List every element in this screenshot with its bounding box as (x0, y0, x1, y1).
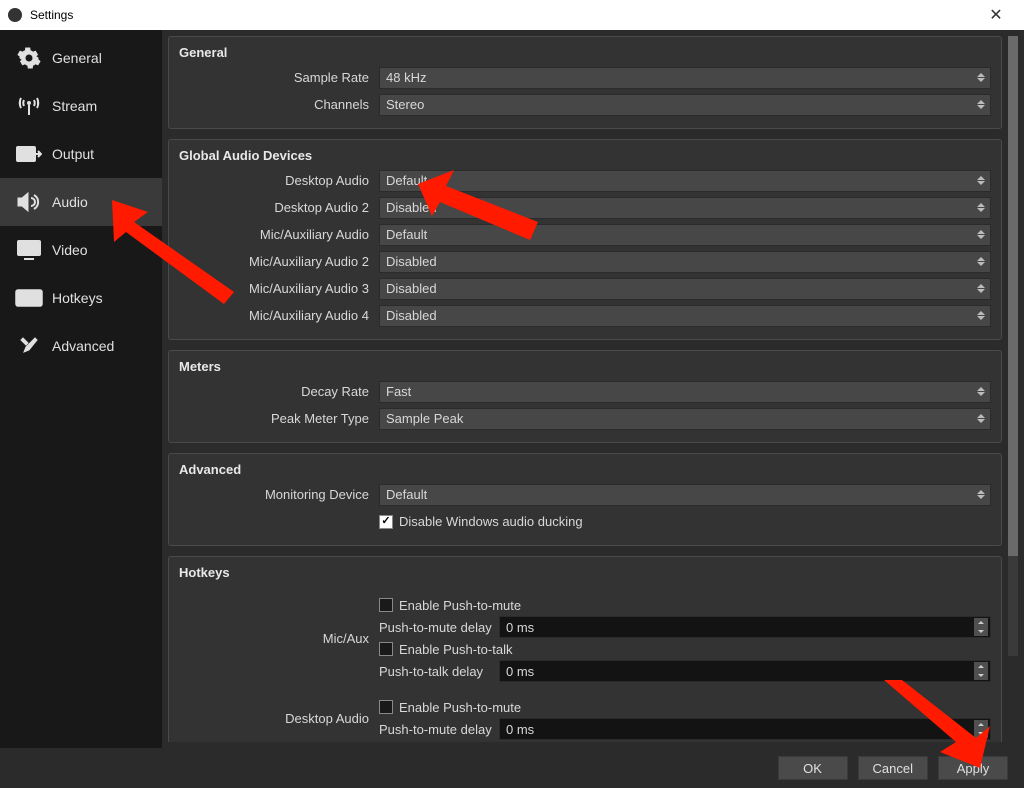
tools-icon (14, 334, 44, 358)
vertical-scrollbar[interactable] (1008, 36, 1018, 656)
sidebar-item-label: Stream (52, 98, 97, 114)
micaux-ptm-delay-input[interactable]: 0 ms (499, 616, 991, 638)
window-title: Settings (30, 8, 976, 22)
micaux-ptt-delay-input[interactable]: 0 ms (499, 660, 991, 682)
group-title: Hotkeys (179, 565, 991, 584)
sidebar-item-label: Audio (52, 194, 88, 210)
sidebar-item-stream[interactable]: Stream (0, 82, 162, 130)
mic-aux4-combo[interactable]: Disabled (379, 305, 991, 327)
group-general: General Sample Rate 48 kHz Channels Ster… (168, 36, 1002, 129)
apply-button[interactable]: Apply (938, 756, 1008, 780)
sidebar-item-general[interactable]: General (0, 34, 162, 82)
speaker-icon (14, 190, 44, 214)
micaux-ptm-checkbox[interactable] (379, 598, 393, 612)
desktop-ptm-label: Enable Push-to-mute (399, 700, 521, 715)
group-title: Global Audio Devices (179, 148, 991, 167)
mic-aux3-label: Mic/Auxiliary Audio 3 (179, 281, 379, 296)
sidebar-item-label: Hotkeys (52, 290, 103, 306)
peak-meter-label: Peak Meter Type (179, 411, 379, 426)
ducking-label: Disable Windows audio ducking (399, 514, 583, 529)
dialog-footer: OK Cancel Apply (0, 748, 1024, 788)
settings-content: General Sample Rate 48 kHz Channels Ster… (162, 30, 1024, 748)
decay-rate-combo[interactable]: Fast (379, 381, 991, 403)
mic-aux-label: Mic/Auxiliary Audio (179, 227, 379, 242)
micaux-ptm-delay-label: Push-to-mute delay (379, 620, 499, 635)
decay-rate-label: Decay Rate (179, 384, 379, 399)
micaux-section-label: Mic/Aux (179, 594, 379, 682)
app-icon (8, 8, 22, 22)
micaux-ptm-label: Enable Push-to-mute (399, 598, 521, 613)
channels-label: Channels (179, 97, 379, 112)
peak-meter-combo[interactable]: Sample Peak (379, 408, 991, 430)
desktop-audio-combo[interactable]: Default (379, 170, 991, 192)
group-meters: Meters Decay Rate Fast Peak Meter Type S… (168, 350, 1002, 443)
sidebar-item-label: Video (52, 242, 88, 258)
ok-button[interactable]: OK (778, 756, 848, 780)
mic-aux4-label: Mic/Auxiliary Audio 4 (179, 308, 379, 323)
keyboard-icon (14, 286, 44, 310)
desktop-ptm-delay-input[interactable]: 0 ms (499, 718, 991, 740)
group-hotkeys: Hotkeys Mic/Aux Enable Push-to-mute Push… (168, 556, 1002, 742)
monitoring-device-combo[interactable]: Default (379, 484, 991, 506)
desktop-ptm-checkbox[interactable] (379, 700, 393, 714)
mic-aux3-combo[interactable]: Disabled (379, 278, 991, 300)
sidebar-item-label: Output (52, 146, 94, 162)
group-audio-devices: Global Audio Devices Desktop Audio Defau… (168, 139, 1002, 340)
group-advanced: Advanced Monitoring Device Default Disab… (168, 453, 1002, 546)
sidebar-item-label: Advanced (52, 338, 114, 354)
sample-rate-combo[interactable]: 48 kHz (379, 67, 991, 89)
group-title: Meters (179, 359, 991, 378)
sidebar-item-hotkeys[interactable]: Hotkeys (0, 274, 162, 322)
titlebar: Settings ✕ (0, 0, 1024, 30)
sidebar-item-advanced[interactable]: Advanced (0, 322, 162, 370)
micaux-ptt-delay-label: Push-to-talk delay (379, 664, 499, 679)
sidebar-item-label: General (52, 50, 102, 66)
desktop-audio-label: Desktop Audio (179, 173, 379, 188)
mic-aux-combo[interactable]: Default (379, 224, 991, 246)
micaux-ptt-checkbox[interactable] (379, 642, 393, 656)
antenna-icon (14, 94, 44, 118)
ducking-checkbox[interactable] (379, 515, 393, 529)
mic-aux2-combo[interactable]: Disabled (379, 251, 991, 273)
sidebar-item-output[interactable]: Output (0, 130, 162, 178)
sidebar: General Stream Output Audio Video (0, 30, 162, 748)
output-icon (14, 142, 44, 166)
desktop-ptm-delay-label: Push-to-mute delay (379, 722, 499, 737)
micaux-ptt-label: Enable Push-to-talk (399, 642, 512, 657)
desktop-audio2-label: Desktop Audio 2 (179, 200, 379, 215)
monitor-icon (14, 238, 44, 262)
cancel-button[interactable]: Cancel (858, 756, 928, 780)
sidebar-item-audio[interactable]: Audio (0, 178, 162, 226)
monitoring-device-label: Monitoring Device (179, 487, 379, 502)
channels-combo[interactable]: Stereo (379, 94, 991, 116)
mic-aux2-label: Mic/Auxiliary Audio 2 (179, 254, 379, 269)
sample-rate-label: Sample Rate (179, 70, 379, 85)
group-title: General (179, 45, 991, 64)
desktop-audio2-combo[interactable]: Disabled (379, 197, 991, 219)
desktop-section-label: Desktop Audio (179, 696, 379, 740)
gear-icon (14, 46, 44, 70)
sidebar-item-video[interactable]: Video (0, 226, 162, 274)
close-icon[interactable]: ✕ (976, 5, 1016, 25)
group-title: Advanced (179, 462, 991, 481)
